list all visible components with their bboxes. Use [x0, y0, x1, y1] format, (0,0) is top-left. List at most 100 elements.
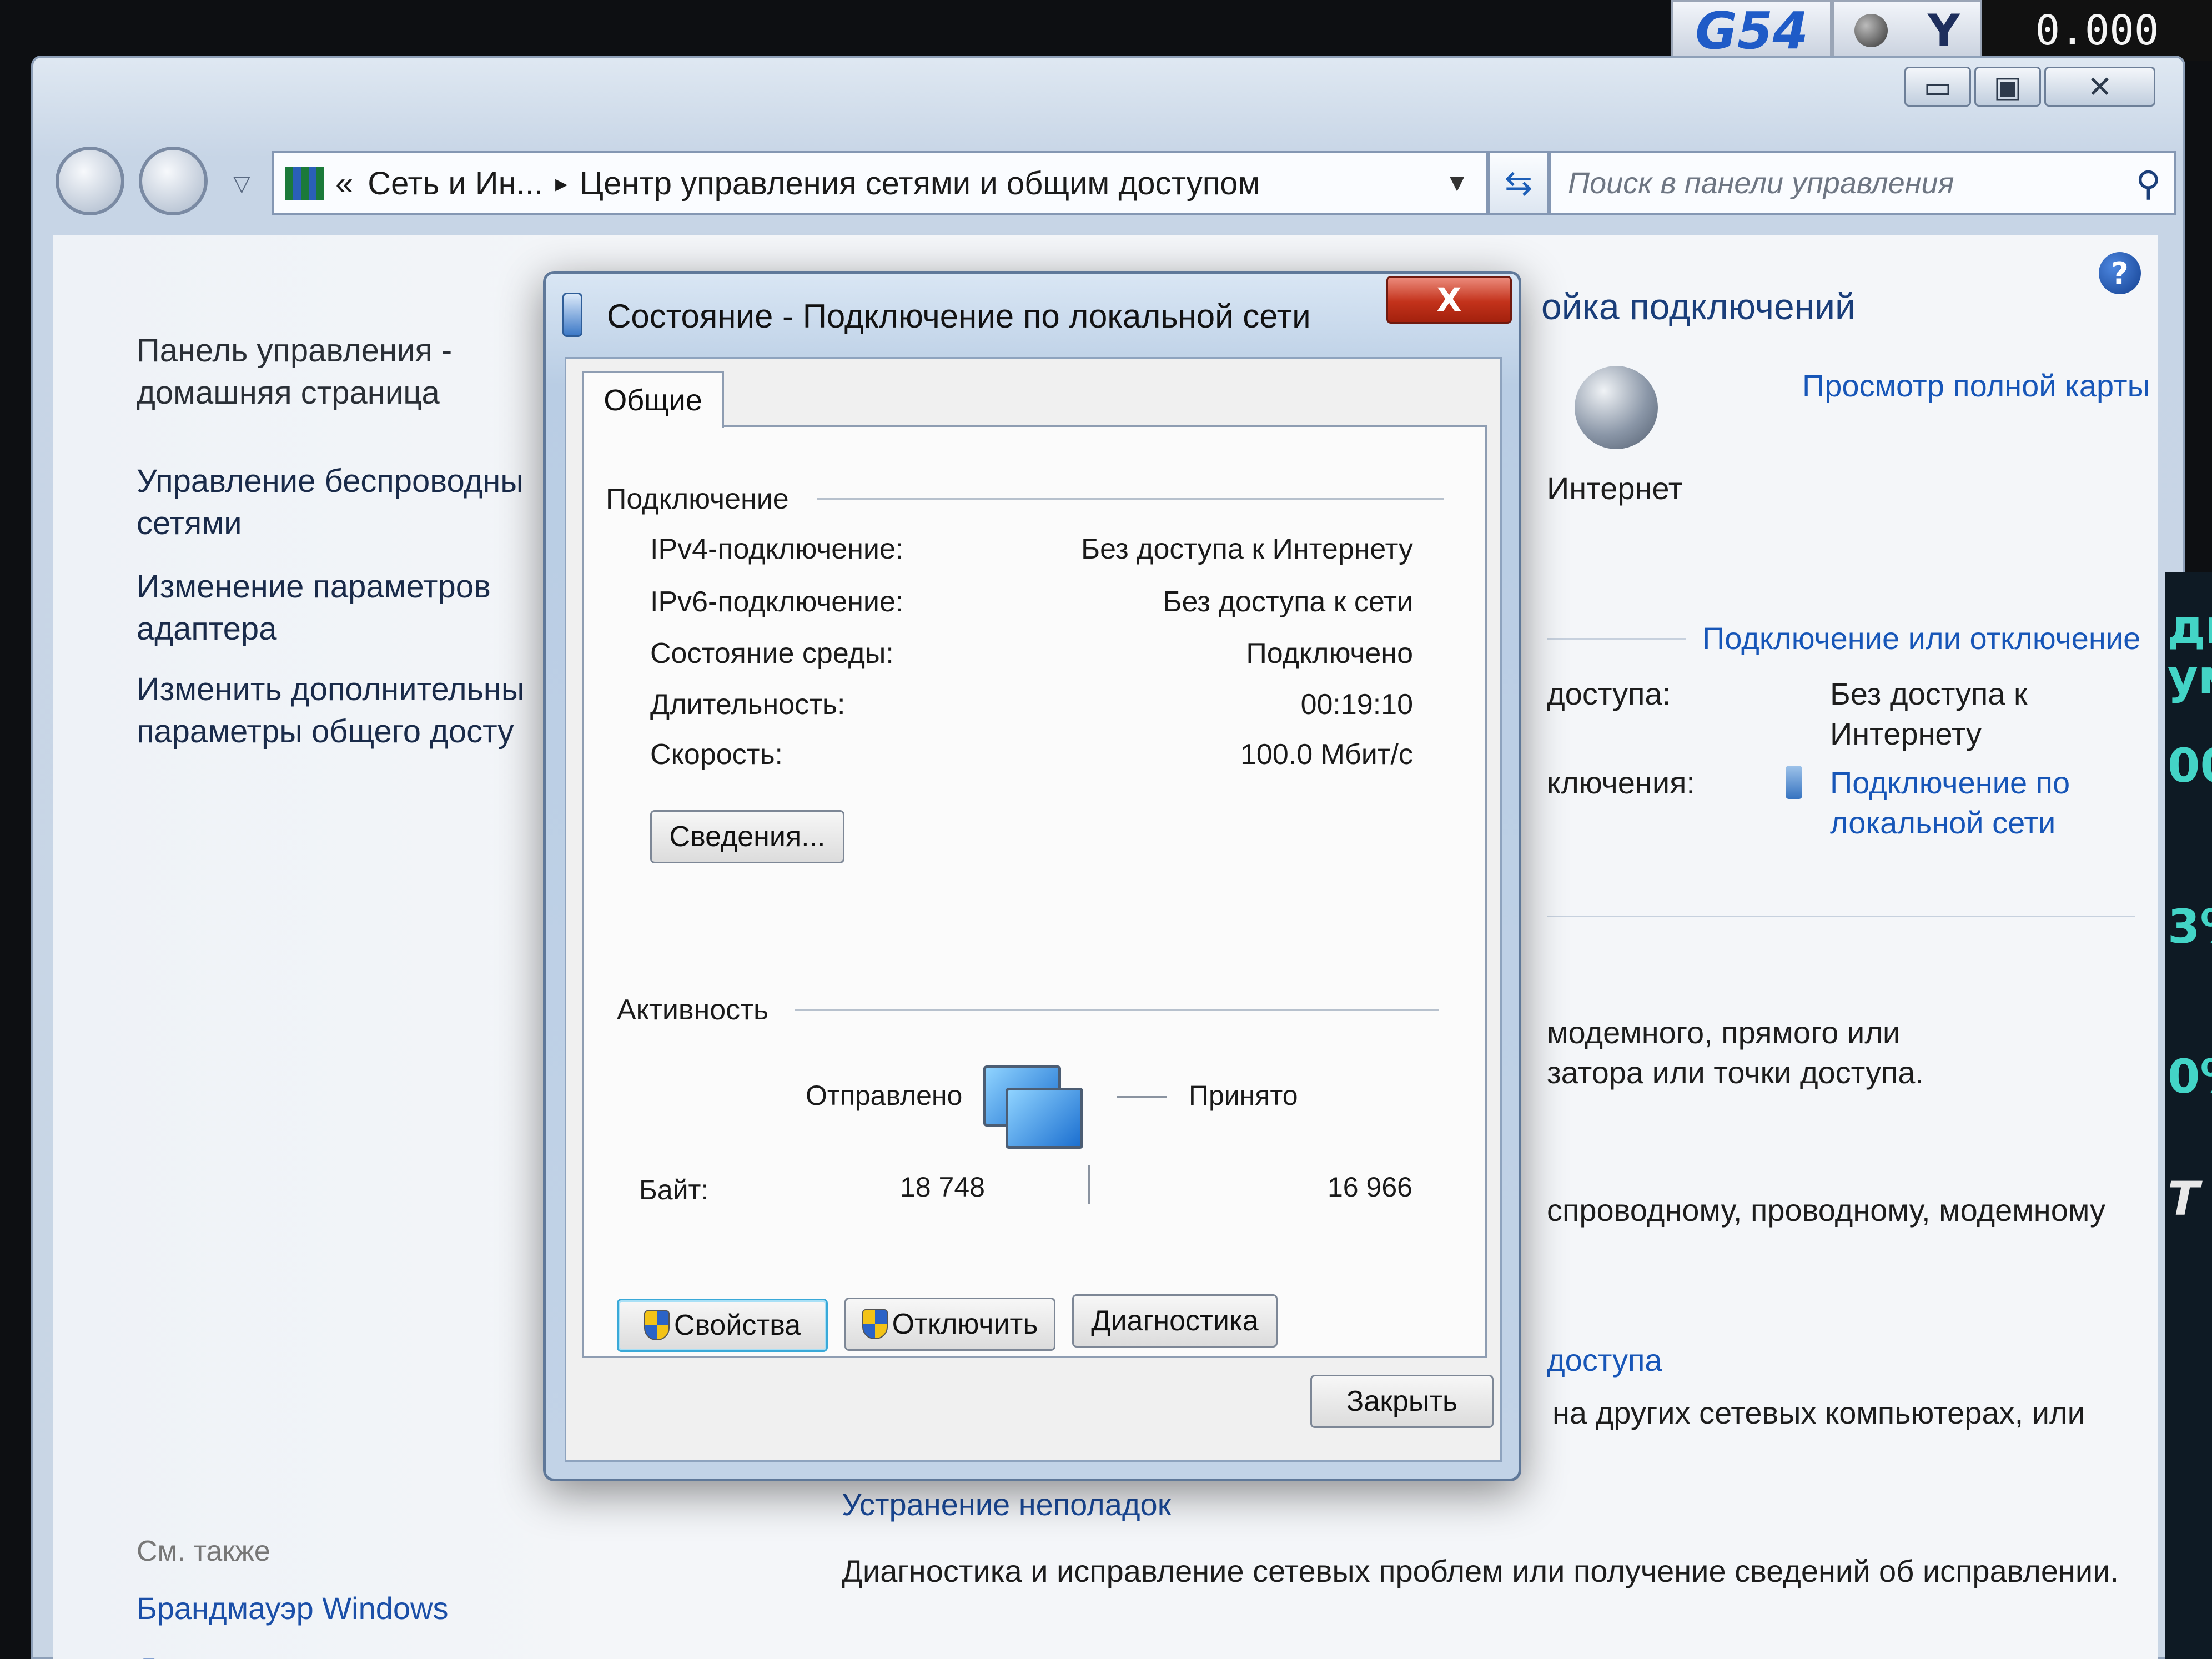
speed-label: Скорость:: [650, 738, 783, 771]
history-dropdown-icon[interactable]: ▽: [233, 171, 250, 197]
uac-shield-icon: [644, 1310, 670, 1340]
activity-divider: [1088, 1165, 1090, 1204]
internet-label: Интернет: [1547, 471, 1683, 506]
connections-label: ключения:: [1547, 765, 1695, 800]
access-type-label: доступа:: [1547, 676, 1671, 711]
uac-shield-icon: [862, 1309, 888, 1339]
duration-value: 00:19:10: [1300, 688, 1413, 721]
access-type-value: Без доступа к Интернету: [1830, 674, 2028, 754]
properties-button[interactable]: Свойства: [617, 1299, 828, 1352]
breadcrumb-overflow[interactable]: «: [335, 165, 353, 202]
diagnose-button[interactable]: Диагностика: [1072, 1294, 1278, 1348]
homegroup-link[interactable]: Домашняя группа: [137, 1651, 393, 1659]
sidebar: Панель управления - домашняя страница Уп…: [53, 235, 570, 1659]
internet-globe-icon: [1575, 366, 1658, 449]
ipv6-value: Без доступа к сети: [1163, 586, 1413, 618]
address-dropdown-icon[interactable]: ▼: [1445, 169, 1469, 197]
properties-button-label: Свойства: [673, 1309, 801, 1341]
troubleshoot-description: Диагностика и исправление сетевых пробле…: [842, 1554, 2119, 1588]
setup-description-line2: затора или точки доступа.: [1547, 1055, 1924, 1090]
lan-connection-link[interactable]: Подключение по локальной сети: [1830, 763, 2070, 843]
lan-link-line1: Подключение по: [1830, 765, 2070, 800]
sidebar-item-adapter[interactable]: Изменение параметров адаптера: [137, 566, 559, 650]
forward-button[interactable]: [139, 147, 208, 215]
search-input[interactable]: Поиск в панели управления ⚲: [1549, 151, 2176, 215]
sidebar-item-label: адаптера: [137, 611, 277, 647]
firewall-link[interactable]: Брандмауэр Windows: [137, 1590, 448, 1626]
bytes-sent-value: 18 748: [900, 1172, 985, 1203]
sidebar-item-sharing[interactable]: Изменить дополнительны параметры общего …: [137, 668, 559, 753]
control-panel-icon: [285, 167, 324, 200]
network-computers-icon: [983, 1054, 1105, 1165]
dialog-body: Общие Подключение IPv4-подключение: Без …: [565, 357, 1502, 1462]
full-map-link[interactable]: Просмотр полной карты: [1802, 366, 2150, 406]
work-offset-badge: G54: [1671, 0, 1832, 61]
help-icon[interactable]: ?: [2099, 252, 2141, 294]
edge-text: 0%: [2168, 1049, 2212, 1104]
connection-group-label: Подключение: [606, 483, 789, 515]
sidebar-home-link[interactable]: Панель управления - домашняя страница: [137, 330, 559, 414]
edge-text: ум: [2168, 650, 2212, 704]
speed-value: 100.0 Мбит/с: [1240, 738, 1413, 771]
background-app-edge: ди ум 00 3% 0% T: [2165, 572, 2212, 1659]
cnc-readout-strip: G54 Y 0.000: [1671, 0, 2212, 61]
maximize-button[interactable]: ▣: [1974, 67, 2041, 107]
disable-button-label: Отключить: [892, 1308, 1038, 1340]
minimize-button[interactable]: ▭: [1904, 67, 1971, 107]
divider: [1547, 638, 1686, 640]
breadcrumb-separator[interactable]: ▸: [555, 169, 567, 198]
activity-group-label: Активность: [617, 994, 769, 1026]
close-dialog-button[interactable]: Закрыть: [1310, 1375, 1494, 1428]
dialog-title: Состояние - Подключение по локальной сет…: [607, 298, 1311, 335]
axis-indicator: Y: [1832, 0, 1982, 61]
access-value-line1: Без доступа к: [1830, 676, 2028, 711]
disable-button[interactable]: Отключить: [844, 1298, 1055, 1351]
details-button[interactable]: Сведения...: [650, 810, 844, 863]
address-bar[interactable]: « Сеть и Ин... ▸ Центр управления сетями…: [272, 151, 1488, 215]
axis-label: Y: [1928, 4, 1960, 57]
breadcrumb-network[interactable]: Сеть и Ин...: [368, 165, 543, 202]
sharing-link[interactable]: доступа: [1547, 1340, 1662, 1380]
sidebar-item-label: Управление беспроводны: [137, 463, 524, 499]
duration-label: Длительность:: [650, 688, 846, 721]
setup-description-line1: модемного, прямого или: [1547, 1015, 1901, 1050]
sent-label: Отправлено: [806, 1080, 963, 1111]
received-dash: [1117, 1096, 1167, 1098]
ipv6-label: IPv6-подключение:: [650, 586, 904, 618]
access-value-line2: Интернету: [1830, 716, 1982, 751]
back-button[interactable]: [56, 147, 124, 215]
connect-disconnect-link[interactable]: Подключение или отключение: [1702, 619, 2140, 658]
search-icon[interactable]: ⚲: [2136, 163, 2161, 204]
sharing-description: на других сетевых компьютерах, или: [1552, 1395, 2085, 1430]
navigation-row: ▽ « Сеть и Ин... ▸ Центр управления сетя…: [56, 147, 2176, 230]
ipv4-value: Без доступа к Интернету: [1080, 533, 1413, 565]
group-divider: [817, 498, 1444, 500]
edge-text: 3%: [2168, 899, 2212, 954]
sidebar-home-line2: домашняя страница: [137, 375, 440, 411]
sidebar-item-label: параметры общего досту: [137, 713, 514, 750]
close-window-button[interactable]: ✕: [2044, 67, 2155, 107]
connect-description: спроводному, проводному, модемному: [1547, 1193, 2106, 1228]
troubleshoot-link[interactable]: Устранение неполадок: [842, 1485, 1171, 1525]
bytes-received-value: 16 966: [1328, 1172, 1412, 1203]
dialog-close-button[interactable]: X: [1386, 276, 1512, 324]
edge-text: T: [2168, 1172, 2200, 1226]
lan-status-dialog: Состояние - Подключение по локальной сет…: [543, 271, 1521, 1481]
sidebar-item-wireless[interactable]: Управление беспроводны сетями: [137, 460, 559, 545]
divider: [1547, 916, 2135, 917]
sidebar-item-label: сетями: [137, 505, 242, 541]
breadcrumb-network-center[interactable]: Центр управления сетями и общим доступом: [580, 165, 1260, 202]
sidebar-item-label: Изменить дополнительны: [137, 671, 525, 707]
search-placeholder: Поиск в панели управления: [1568, 167, 1954, 200]
sidebar-home-line1: Панель управления -: [137, 333, 453, 369]
media-state-value: Подключено: [1246, 637, 1413, 670]
sidebar-item-label: Изменение параметров: [137, 569, 491, 605]
tab-general[interactable]: Общие: [582, 371, 724, 428]
received-label: Принято: [1189, 1080, 1298, 1111]
refresh-button[interactable]: ⇆: [1488, 151, 1549, 215]
monitor-front-icon: [1006, 1088, 1083, 1149]
media-state-label: Состояние среды:: [650, 637, 894, 670]
window-controls: ▭ ▣ ✕: [1904, 67, 2155, 107]
see-also-heading: См. также: [137, 1535, 270, 1567]
network-adapter-icon: [562, 293, 582, 337]
